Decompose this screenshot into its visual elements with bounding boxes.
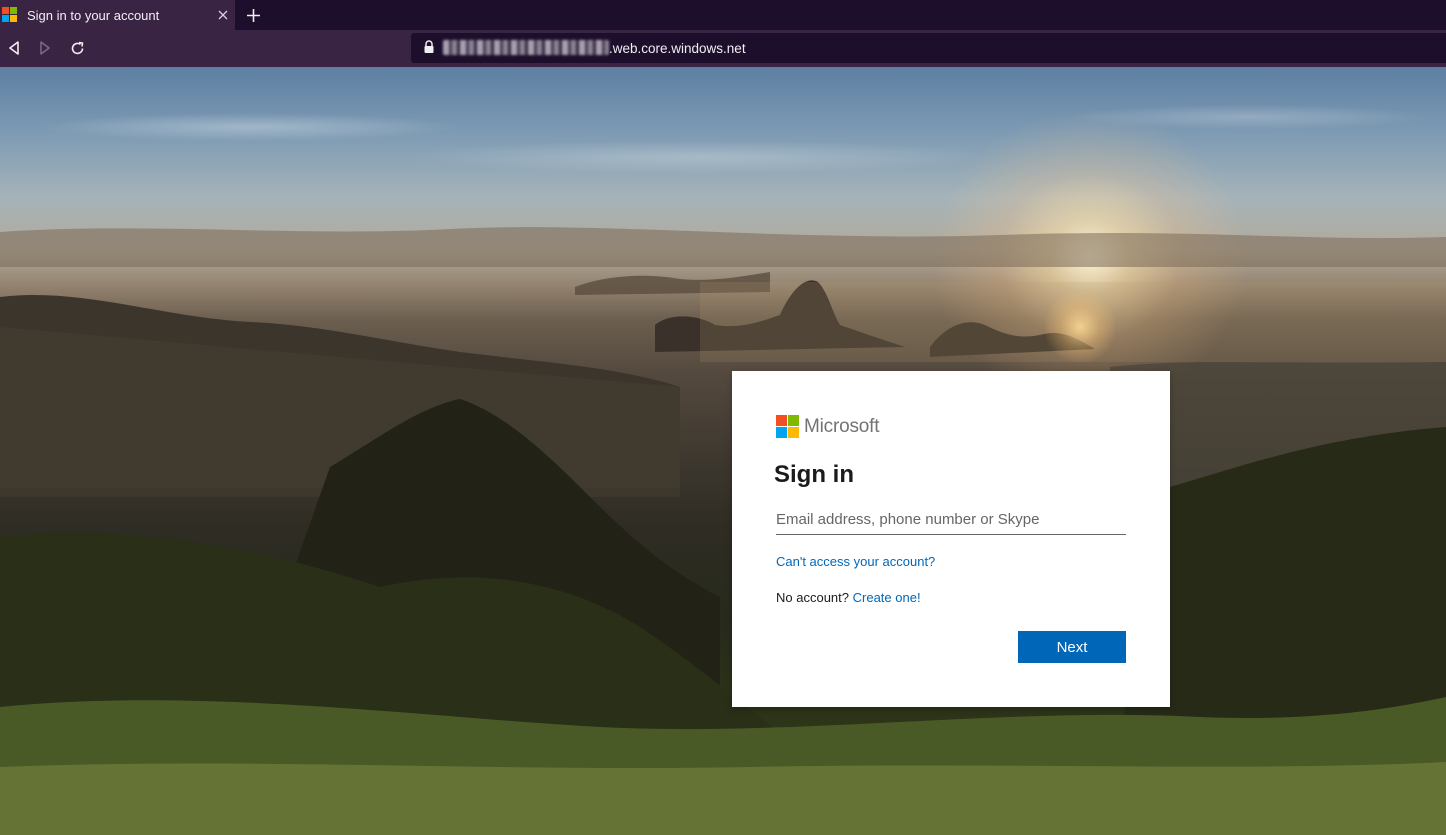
url-text: .web.core.windows.net [609, 41, 746, 56]
close-icon[interactable] [214, 6, 232, 24]
signin-card: Microsoft Sign in Can't access your acco… [732, 371, 1170, 707]
no-account-row: No account? Create one! [776, 590, 921, 605]
plus-icon[interactable] [243, 5, 263, 25]
landscape-silhouettes [0, 227, 1446, 835]
page-title: Sign in [774, 461, 854, 488]
email-field[interactable] [776, 504, 1126, 535]
lock-icon [424, 40, 434, 53]
no-account-text: No account? [776, 590, 849, 605]
next-button[interactable]: Next [1018, 631, 1126, 663]
background-landscape-image [0, 67, 1446, 835]
back-arrow-icon[interactable] [3, 38, 25, 58]
microsoft-logo-icon [776, 415, 799, 438]
forward-arrow-icon[interactable] [34, 38, 56, 58]
url-blurred-segment [443, 40, 609, 55]
tab-title: Sign in to your account [27, 8, 160, 23]
sun-reflection [1045, 292, 1115, 362]
create-account-link[interactable]: Create one! [853, 590, 921, 605]
cant-access-account-link[interactable]: Can't access your account? [776, 554, 935, 569]
tab-strip: Sign in to your account [0, 0, 1446, 30]
brand-name: Microsoft [804, 416, 880, 437]
microsoft-logo-icon [2, 7, 17, 22]
browser-tab-active[interactable]: Sign in to your account [0, 0, 235, 30]
reload-icon[interactable] [66, 38, 88, 58]
